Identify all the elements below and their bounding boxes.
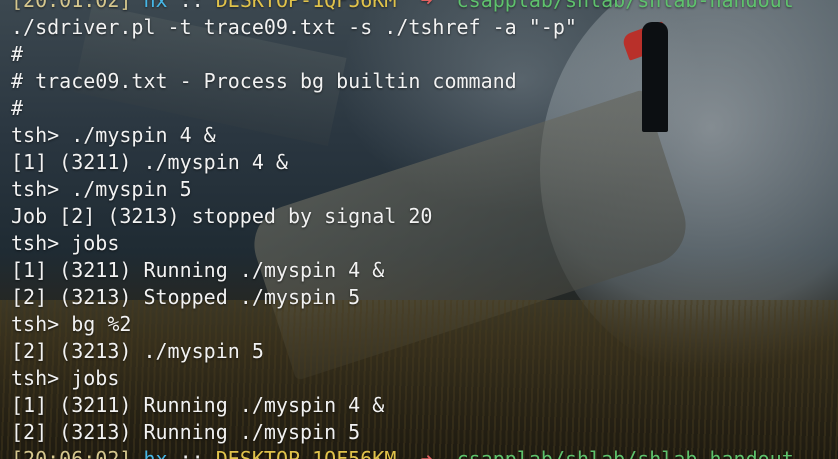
output-line: Job [2] (3213) stopped by signal 20 <box>11 204 433 228</box>
prompt-host: DESKTOP-1QF56KM <box>215 447 397 459</box>
output-line: [2] (3213) Stopped ./myspin 5 <box>11 285 361 309</box>
output-line: # <box>11 42 24 66</box>
output-line: [1] (3211) Running ./myspin 4 & <box>11 258 385 282</box>
prompt-path: csapplab/shlab/shlab-handout <box>456 447 794 459</box>
output-line: tsh> bg %2 <box>11 312 132 336</box>
prompt-user: hx <box>143 447 168 459</box>
output-line: # <box>11 96 24 120</box>
prompt-time: [20:01:02] <box>11 0 132 12</box>
prompt-line-bottom: [20:06:02] hx :: DESKTOP-1QF56KM ➜ csapp… <box>11 446 794 459</box>
prompt-arrow-icon: ➜ <box>420 0 433 12</box>
output-line: # trace09.txt - Process bg builtin comma… <box>11 69 517 93</box>
output-line: ./sdriver.pl -t trace09.txt -s ./tshref … <box>11 15 577 39</box>
terminal-output: [20:01:02] hx :: DESKTOP-1QF56KM ➜ csapp… <box>0 0 794 459</box>
output-line: tsh> ./myspin 4 & <box>11 123 216 147</box>
prompt-path: csapplab/shlab/shlab-handout <box>456 0 794 12</box>
prompt-time: [20:06:02] <box>11 447 132 459</box>
prompt-line-top: [20:01:02] hx :: DESKTOP-1QF56KM ➜ csapp… <box>11 0 794 14</box>
output-line: [2] (3213) Running ./myspin 5 <box>11 420 361 444</box>
terminal-window[interactable]: [20:01:02] hx :: DESKTOP-1QF56KM ➜ csapp… <box>0 0 838 459</box>
output-line: [2] (3213) ./myspin 5 <box>11 339 264 363</box>
output-line: tsh> jobs <box>11 366 120 390</box>
prompt-user: hx <box>143 0 168 12</box>
prompt-separator: :: <box>179 0 204 12</box>
prompt-host: DESKTOP-1QF56KM <box>215 0 397 12</box>
output-line: [1] (3211) ./myspin 4 & <box>11 150 288 174</box>
prompt-arrow-icon: ➜ <box>420 447 433 459</box>
output-line: tsh> ./myspin 5 <box>11 177 192 201</box>
output-line: tsh> jobs <box>11 231 120 255</box>
output-line: [1] (3211) Running ./myspin 4 & <box>11 393 385 417</box>
prompt-separator: :: <box>179 447 204 459</box>
